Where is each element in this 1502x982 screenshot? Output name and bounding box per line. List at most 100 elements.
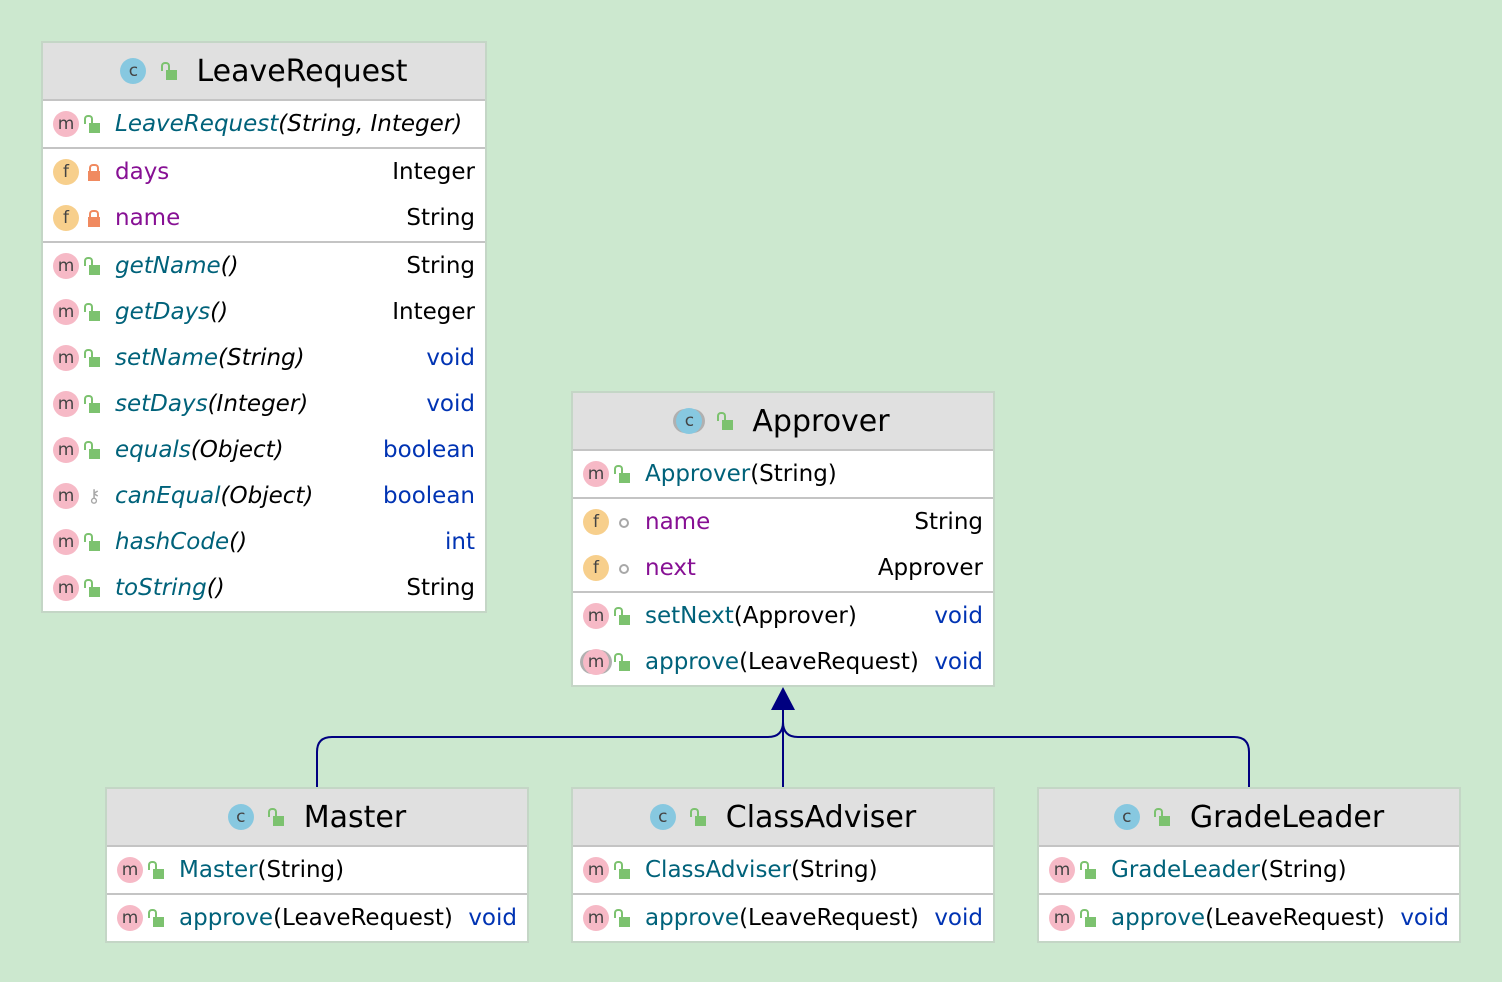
member-signature: getName() bbox=[115, 253, 394, 279]
class-name: Approver bbox=[752, 403, 890, 439]
member-name: hashCode bbox=[115, 529, 230, 555]
field-row[interactable]: f name String bbox=[43, 195, 485, 241]
public-visibility-icon bbox=[686, 807, 716, 827]
method-icon: m bbox=[53, 345, 79, 371]
class-leaverequest[interactable]: c LeaveRequest m LeaveRequest(String, Integ… bbox=[41, 41, 487, 613]
public-visibility-icon bbox=[1075, 908, 1105, 928]
member-signature: canEqual(Object) bbox=[115, 483, 371, 509]
method-row[interactable]: m approve(LeaveRequest) void bbox=[573, 639, 993, 685]
unlocked-icon bbox=[83, 578, 100, 597]
member-name: setName bbox=[115, 345, 219, 371]
member-signature: setNext(Approver) bbox=[645, 603, 922, 629]
member-name: next bbox=[645, 555, 696, 581]
method-row[interactable]: m setDays(Integer) void bbox=[43, 381, 485, 427]
unlocked-icon bbox=[83, 302, 100, 321]
method-row[interactable]: m hashCode() int bbox=[43, 519, 485, 565]
fields-section: f days Integer f name String bbox=[43, 147, 485, 241]
method-row[interactable]: m approve(LeaveRequest) void bbox=[573, 895, 993, 941]
methods-section: m approve(LeaveRequest) void bbox=[107, 893, 527, 941]
method-icon: m bbox=[583, 905, 609, 931]
method-icon: m bbox=[1049, 905, 1075, 931]
field-row[interactable]: f days Integer bbox=[43, 149, 485, 195]
method-row[interactable]: m Master(String) bbox=[107, 847, 527, 893]
member-name: ClassAdviser bbox=[645, 857, 792, 883]
method-row[interactable]: m LeaveRequest(String, Integer) bbox=[43, 101, 485, 147]
member-type: boolean bbox=[383, 483, 475, 509]
method-row[interactable]: m getName() String bbox=[43, 243, 485, 289]
field-row[interactable]: f next Approver bbox=[573, 545, 993, 591]
method-icon: m bbox=[53, 483, 79, 509]
method-icon: m bbox=[53, 111, 79, 137]
member-signature: setDays(Integer) bbox=[115, 391, 414, 417]
class-icon: c bbox=[120, 58, 147, 84]
member-signature: approve(LeaveRequest) bbox=[645, 649, 922, 675]
member-params: (LeaveRequest) bbox=[273, 905, 453, 931]
unlocked-icon bbox=[613, 908, 630, 927]
method-icon: m bbox=[53, 253, 79, 279]
field-icon: f bbox=[53, 159, 79, 185]
method-row[interactable]: m setName(String) void bbox=[43, 335, 485, 381]
member-type: String bbox=[406, 253, 475, 279]
method-row[interactable]: m toString() String bbox=[43, 565, 485, 611]
unlocked-icon bbox=[690, 807, 707, 826]
member-signature: days bbox=[115, 159, 380, 185]
member-signature: Approver(String) bbox=[645, 461, 983, 487]
methods-section: m approve(LeaveRequest) void bbox=[573, 893, 993, 941]
method-row[interactable]: m Approver(String) bbox=[573, 451, 993, 497]
method-row[interactable]: m ClassAdviser(String) bbox=[573, 847, 993, 893]
method-icon: m bbox=[1049, 857, 1075, 883]
inheritance-arrowhead bbox=[771, 687, 795, 710]
method-row[interactable]: m setNext(Approver) void bbox=[573, 593, 993, 639]
method-icon: m bbox=[583, 461, 609, 487]
member-signature: getDays() bbox=[115, 299, 380, 325]
member-params: (LeaveRequest) bbox=[739, 649, 919, 675]
member-params: (LeaveRequest) bbox=[739, 905, 919, 931]
constructors-section: m GradeLeader(String) bbox=[1039, 845, 1459, 893]
method-row[interactable]: m getDays() Integer bbox=[43, 289, 485, 335]
private-visibility-icon bbox=[79, 209, 109, 228]
method-row[interactable]: m approve(LeaveRequest) void bbox=[107, 895, 527, 941]
member-name: name bbox=[115, 205, 181, 231]
member-signature: ClassAdviser(String) bbox=[645, 857, 983, 883]
abstract-method-icon: m bbox=[583, 649, 609, 675]
member-params: () bbox=[229, 529, 248, 555]
unlocked-icon bbox=[83, 394, 100, 413]
class-master[interactable]: c Master m Master(String) m approve(LeaveRequ… bbox=[105, 787, 529, 943]
method-row[interactable]: m equals(Object) boolean bbox=[43, 427, 485, 473]
member-signature: LeaveRequest(String, Integer) bbox=[115, 111, 475, 137]
member-params: (String) bbox=[1259, 857, 1347, 883]
method-icon: m bbox=[53, 299, 79, 325]
unlocked-icon bbox=[613, 860, 630, 879]
class-classadviser[interactable]: c ClassAdviser m ClassAdviser(String) m appro… bbox=[571, 787, 995, 943]
member-params: (Integer) bbox=[207, 391, 309, 417]
member-type: void bbox=[468, 905, 517, 931]
public-visibility-icon bbox=[79, 532, 109, 552]
public-visibility-icon bbox=[609, 464, 639, 484]
public-visibility-icon bbox=[609, 860, 639, 880]
method-row[interactable]: m GradeLeader(String) bbox=[1039, 847, 1459, 893]
class-icon: c bbox=[649, 804, 676, 830]
public-visibility-icon bbox=[79, 578, 109, 598]
arrow-gradeleader-approver bbox=[782, 721, 1250, 787]
class-gradeleader[interactable]: c GradeLeader m GradeLeader(String) m approve… bbox=[1037, 787, 1461, 943]
class-approver[interactable]: c Approver m Approver(String) f name String f ne… bbox=[571, 391, 995, 687]
unlocked-icon bbox=[1154, 807, 1171, 826]
field-row[interactable]: f name String bbox=[573, 499, 993, 545]
class-header: c ClassAdviser bbox=[573, 789, 993, 845]
class-header: c Master bbox=[107, 789, 527, 845]
public-visibility-icon bbox=[143, 860, 173, 880]
member-name: toString bbox=[115, 575, 207, 601]
public-visibility-icon bbox=[79, 256, 109, 276]
public-visibility-icon bbox=[143, 908, 173, 928]
method-row[interactable]: m ⚷ canEqual(Object) boolean bbox=[43, 473, 485, 519]
method-icon: m bbox=[53, 391, 79, 417]
unlocked-icon bbox=[1079, 908, 1096, 927]
constructors-section: m Master(String) bbox=[107, 845, 527, 893]
member-params: (Object) bbox=[190, 437, 284, 463]
method-row[interactable]: m approve(LeaveRequest) void bbox=[1039, 895, 1459, 941]
public-visibility-icon bbox=[609, 606, 639, 626]
unlocked-icon bbox=[83, 256, 100, 275]
member-name: setNext bbox=[645, 603, 734, 629]
member-signature: name bbox=[115, 205, 394, 231]
member-name: approve bbox=[1111, 905, 1206, 931]
